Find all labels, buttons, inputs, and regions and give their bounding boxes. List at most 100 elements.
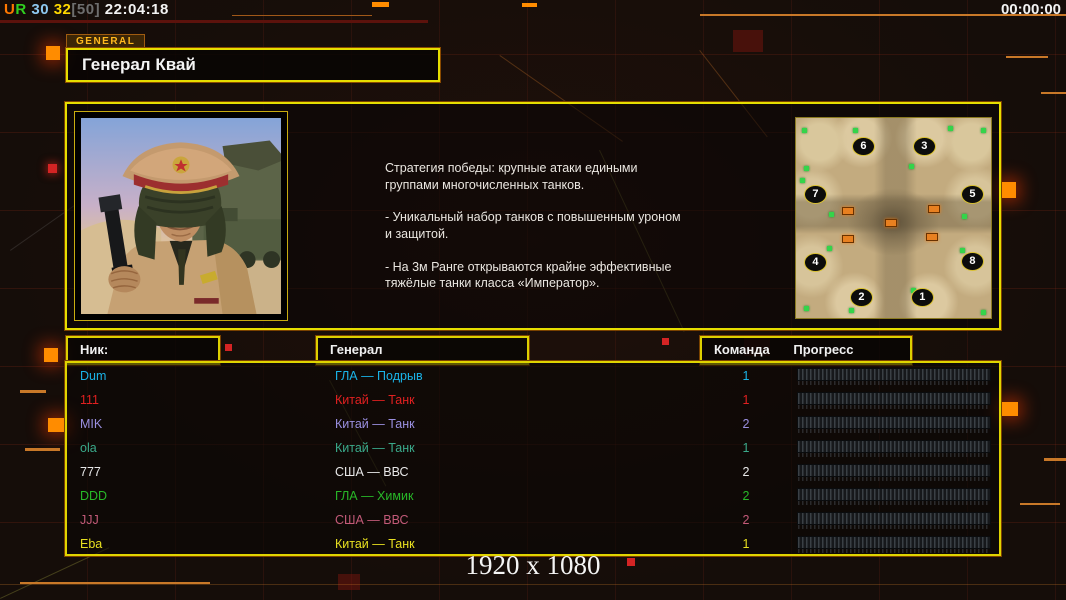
player-row: 111 Китай — Танк 1 bbox=[67, 388, 999, 412]
decor-square bbox=[46, 46, 60, 60]
decor-line bbox=[0, 584, 1066, 585]
decor-line bbox=[25, 448, 60, 451]
general-name: Генерал Квай bbox=[82, 55, 196, 74]
player-progress-bar bbox=[797, 440, 991, 457]
player-row: Dum ГЛА — Подрыв 1 bbox=[67, 364, 999, 388]
general-description: Стратегия победы: крупные атаки едиными … bbox=[385, 160, 795, 308]
player-progress-bar bbox=[797, 536, 991, 553]
loading-screen: UR 30 32[50] 22:04:18 00:00:00 GENERAL Г… bbox=[0, 0, 1066, 600]
minimap-start-position-8: 8 bbox=[960, 252, 984, 271]
player-general: ГЛА — Химик bbox=[335, 489, 414, 503]
match-timer: 00:00:00 bbox=[1000, 1, 1061, 18]
decor-square bbox=[48, 164, 57, 173]
minimap-resource-dot bbox=[959, 248, 965, 253]
description-paragraph: - На 3м Ранге открываются крайне эффекти… bbox=[385, 259, 672, 291]
player-team: 1 bbox=[742, 369, 750, 383]
player-progress-bar bbox=[797, 416, 991, 433]
minimap-resource-dot bbox=[803, 306, 809, 311]
topbar-segment: U bbox=[4, 1, 16, 18]
minimap-supply-marker bbox=[927, 205, 940, 213]
general-info-panel: Стратегия победы: крупные атаки едиными … bbox=[65, 102, 1001, 330]
minimap-supply-marker bbox=[841, 235, 854, 243]
player-general: Китай — Танк bbox=[335, 441, 415, 455]
decor-square bbox=[522, 3, 537, 7]
minimap-resource-dot bbox=[829, 212, 835, 217]
player-row: JJJ США — ВВС 2 bbox=[67, 508, 999, 532]
minimap-supply-marker bbox=[841, 207, 854, 215]
minimap-resource-dot bbox=[827, 246, 833, 251]
minimap-resource-dot bbox=[981, 128, 987, 133]
player-nick: MIK bbox=[80, 417, 103, 431]
player-progress-bar bbox=[797, 512, 991, 529]
decor-square bbox=[372, 2, 389, 7]
minimap-resource-dot bbox=[948, 126, 954, 131]
player-team: 2 bbox=[742, 465, 750, 479]
decor-square bbox=[48, 418, 66, 432]
minimap-resource-dot bbox=[801, 128, 807, 133]
decor-line bbox=[1020, 503, 1060, 505]
player-team: 2 bbox=[742, 417, 750, 431]
header-team: Команда bbox=[714, 342, 770, 357]
player-nick: 111 bbox=[80, 393, 100, 407]
topbar-segment: 30 bbox=[26, 1, 50, 18]
minimap-resource-dot bbox=[852, 128, 858, 133]
player-progress-bar bbox=[797, 464, 991, 481]
player-progress-bar bbox=[797, 488, 991, 505]
resolution-text: 1920 x 1080 bbox=[465, 550, 601, 580]
player-team: 2 bbox=[742, 513, 750, 527]
player-general: ГЛА — Подрыв bbox=[335, 369, 423, 383]
player-general: Китай — Танк bbox=[335, 417, 415, 431]
general-name-box: Генерал Квай bbox=[66, 48, 440, 82]
player-row: 777 США — ВВС 2 bbox=[67, 460, 999, 484]
minimap-supply-marker bbox=[884, 219, 897, 227]
player-general: Китай — Танк bbox=[335, 393, 415, 407]
player-row: MIK Китай — Танк 2 bbox=[67, 412, 999, 436]
minimap-start-position-5: 5 bbox=[960, 185, 984, 204]
decor-square bbox=[44, 348, 58, 362]
player-nick: Dum bbox=[80, 369, 107, 383]
player-table: Dum ГЛА — Подрыв 1 111 Китай — Танк 1 MIK Китай… bbox=[65, 361, 1001, 556]
decor-square bbox=[225, 344, 232, 351]
decor-square bbox=[1000, 182, 1016, 198]
player-progress-bar bbox=[797, 392, 991, 409]
player-table-body: Dum ГЛА — Подрыв 1 111 Китай — Танк 1 MIK Китай… bbox=[67, 363, 999, 556]
header-progress: Прогресс bbox=[793, 342, 854, 357]
player-nick: DDD bbox=[80, 489, 108, 503]
player-general: США — ВВС bbox=[335, 465, 409, 479]
player-nick: ola bbox=[80, 441, 97, 455]
minimap-start-position-2: 2 bbox=[849, 288, 873, 307]
header-nick: Ник: bbox=[80, 342, 109, 357]
topbar-segment: [50] bbox=[71, 1, 101, 18]
minimap-start-position-4: 4 bbox=[803, 253, 827, 272]
player-general: США — ВВС bbox=[335, 513, 409, 527]
minimap-resource-dot bbox=[909, 164, 915, 169]
player-row: ola Китай — Танк 1 bbox=[67, 436, 999, 460]
minimap-resource-dot bbox=[799, 178, 805, 183]
minimap-resource-dot bbox=[981, 310, 987, 315]
player-nick: JJJ bbox=[80, 513, 99, 527]
general-portrait bbox=[74, 111, 288, 321]
decor-line bbox=[232, 15, 372, 16]
decor-square bbox=[1002, 402, 1018, 416]
player-row: DDD ГЛА — Химик 2 bbox=[67, 484, 999, 508]
player-team: 1 bbox=[742, 393, 750, 407]
topbar-underline bbox=[0, 20, 428, 23]
decor-line bbox=[1044, 458, 1066, 461]
description-paragraph: Стратегия победы: крупные атаки едиными … bbox=[385, 161, 638, 192]
player-team: 2 bbox=[742, 489, 750, 503]
player-nick: 777 bbox=[80, 465, 101, 479]
topbar-stats: UR 30 32[50] 22:04:18 bbox=[4, 1, 169, 18]
minimap-resource-dot bbox=[961, 214, 967, 219]
header-general: Генерал bbox=[330, 342, 383, 357]
minimap-supply-marker bbox=[925, 233, 938, 241]
player-team: 1 bbox=[742, 441, 750, 455]
minimap-resource-dot bbox=[848, 308, 854, 313]
minimap-start-position-6: 6 bbox=[851, 137, 875, 156]
topbar-segment: 22:04:18 bbox=[100, 1, 169, 18]
minimap-start-position-1: 1 bbox=[910, 288, 934, 307]
decor-line bbox=[1006, 56, 1048, 58]
player-progress-bar bbox=[797, 368, 991, 385]
minimap: 6 3 7 5 4 8 2 1 bbox=[795, 117, 992, 319]
topbar-segment: 32 bbox=[49, 1, 72, 18]
minimap-start-position-3: 3 bbox=[912, 137, 936, 156]
